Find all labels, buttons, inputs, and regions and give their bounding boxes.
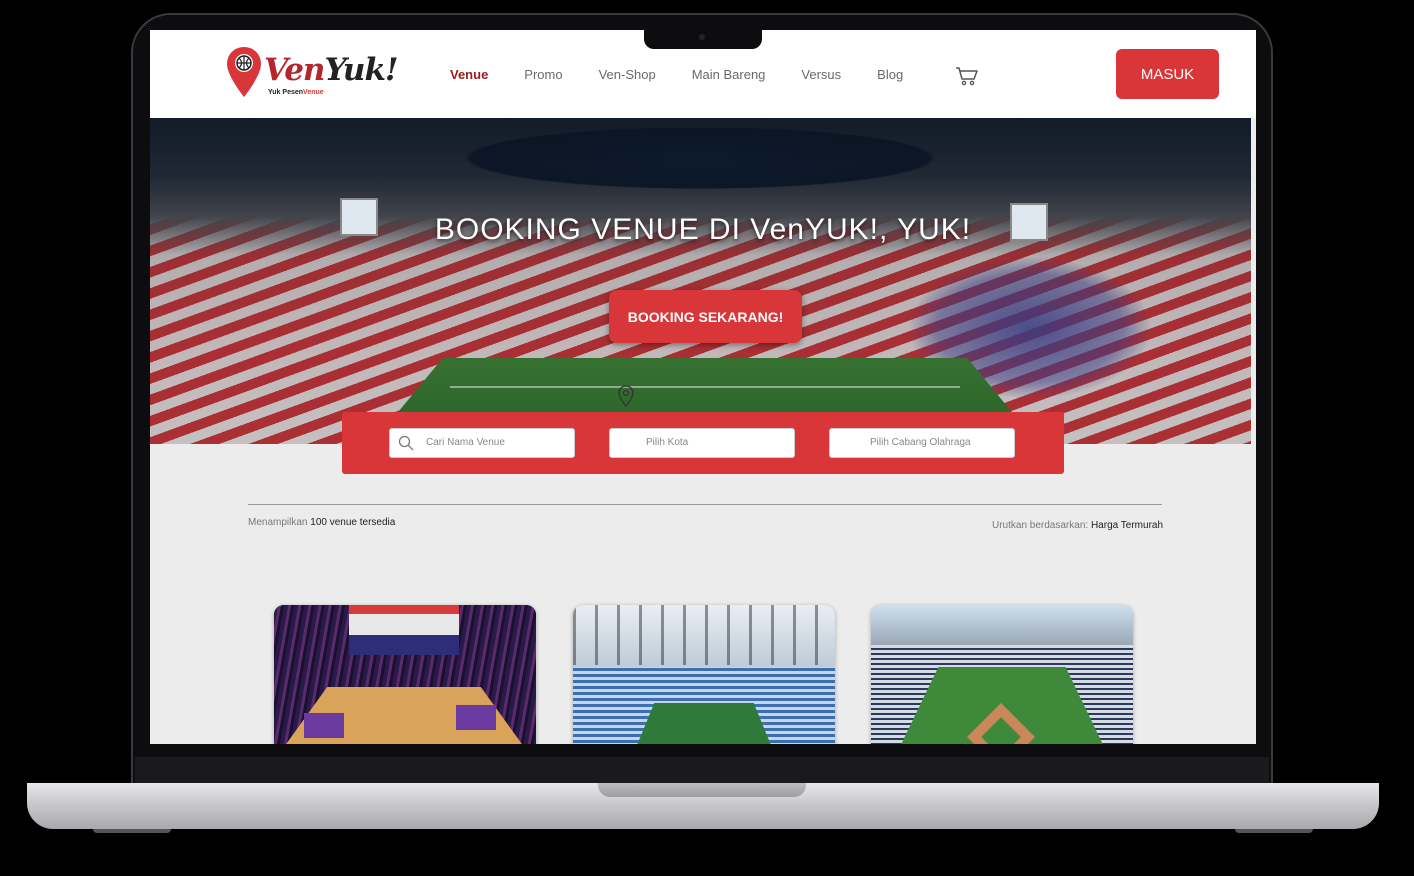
nav-item-main-bareng[interactable]: Main Bareng [692,67,766,82]
venue-card[interactable] [871,605,1133,744]
laptop-base-notch [598,783,806,797]
sport-select[interactable]: Pilih Cabang Olahraga [829,428,1015,458]
city-select[interactable]: Pilih Kota [609,428,795,458]
stadium-pitch [633,703,775,744]
location-pin-icon [618,385,634,407]
court-key-right [456,705,496,730]
venue-search-placeholder: Cari Nama Venue [426,437,505,448]
logo-tagline: Yuk PesenVenue [268,89,324,96]
results-count-prefix: Menampilkan [248,517,308,528]
venue-card[interactable] [274,605,536,744]
cart-icon[interactable] [955,66,979,86]
nav-item-ven-shop[interactable]: Ven-Shop [599,67,656,82]
laptop-bezel [135,757,1269,783]
nav-item-venue[interactable]: Venue [450,67,488,82]
results-count: Menampilkan 100 venue tersedia [248,517,395,528]
results-divider [248,504,1162,505]
search-icon [398,435,414,451]
login-button[interactable]: MASUK [1116,49,1219,99]
scoreboard [349,605,459,655]
laptop-foot-right [1235,829,1313,833]
sort-label: Urutkan berdasarkan: [992,520,1089,531]
results-count-value: 100 venue tersedia [310,517,396,528]
nav-item-promo[interactable]: Promo [524,67,562,82]
stadium-roof [573,605,835,665]
sport-select-placeholder: Pilih Cabang Olahraga [870,437,971,448]
venue-search-input[interactable]: Cari Nama Venue [389,428,575,458]
nav-item-versus[interactable]: Versus [801,67,841,82]
venue-card[interactable] [573,605,835,744]
venue-image-baseball [871,605,1133,645]
nav-item-blog[interactable]: Blog [877,67,903,82]
location-pin-logo-icon [227,47,261,97]
booking-now-button[interactable]: BOOKING SEKARANG! [609,290,802,343]
camera-icon [699,34,705,40]
hero-title: BOOKING VENUE DI VenYUK!, YUK! [434,213,972,246]
camera-notch [644,30,762,49]
hero-banner: BOOKING VENUE DI VenYUK!, YUK! BOOKING S… [150,118,1251,444]
sort-control[interactable]: Urutkan berdasarkan: Harga Termurah [992,520,1163,531]
city-select-placeholder: Pilih Kota [646,437,689,448]
logo-wordmark: VenYuk! [264,52,399,88]
logo[interactable]: VenYuk! Yuk PesenVenue [226,44,399,104]
search-bar: Cari Nama Venue Pilih Kota Pilih Cabang … [342,412,1064,474]
sort-value[interactable]: Harga Termurah [1091,520,1163,531]
hero-overlay [150,118,1251,444]
laptop-foot-left [93,829,171,833]
court-key-left [304,713,344,738]
screen: VenYuk! Yuk PesenVenue Venue Promo Ven-S… [150,30,1256,744]
